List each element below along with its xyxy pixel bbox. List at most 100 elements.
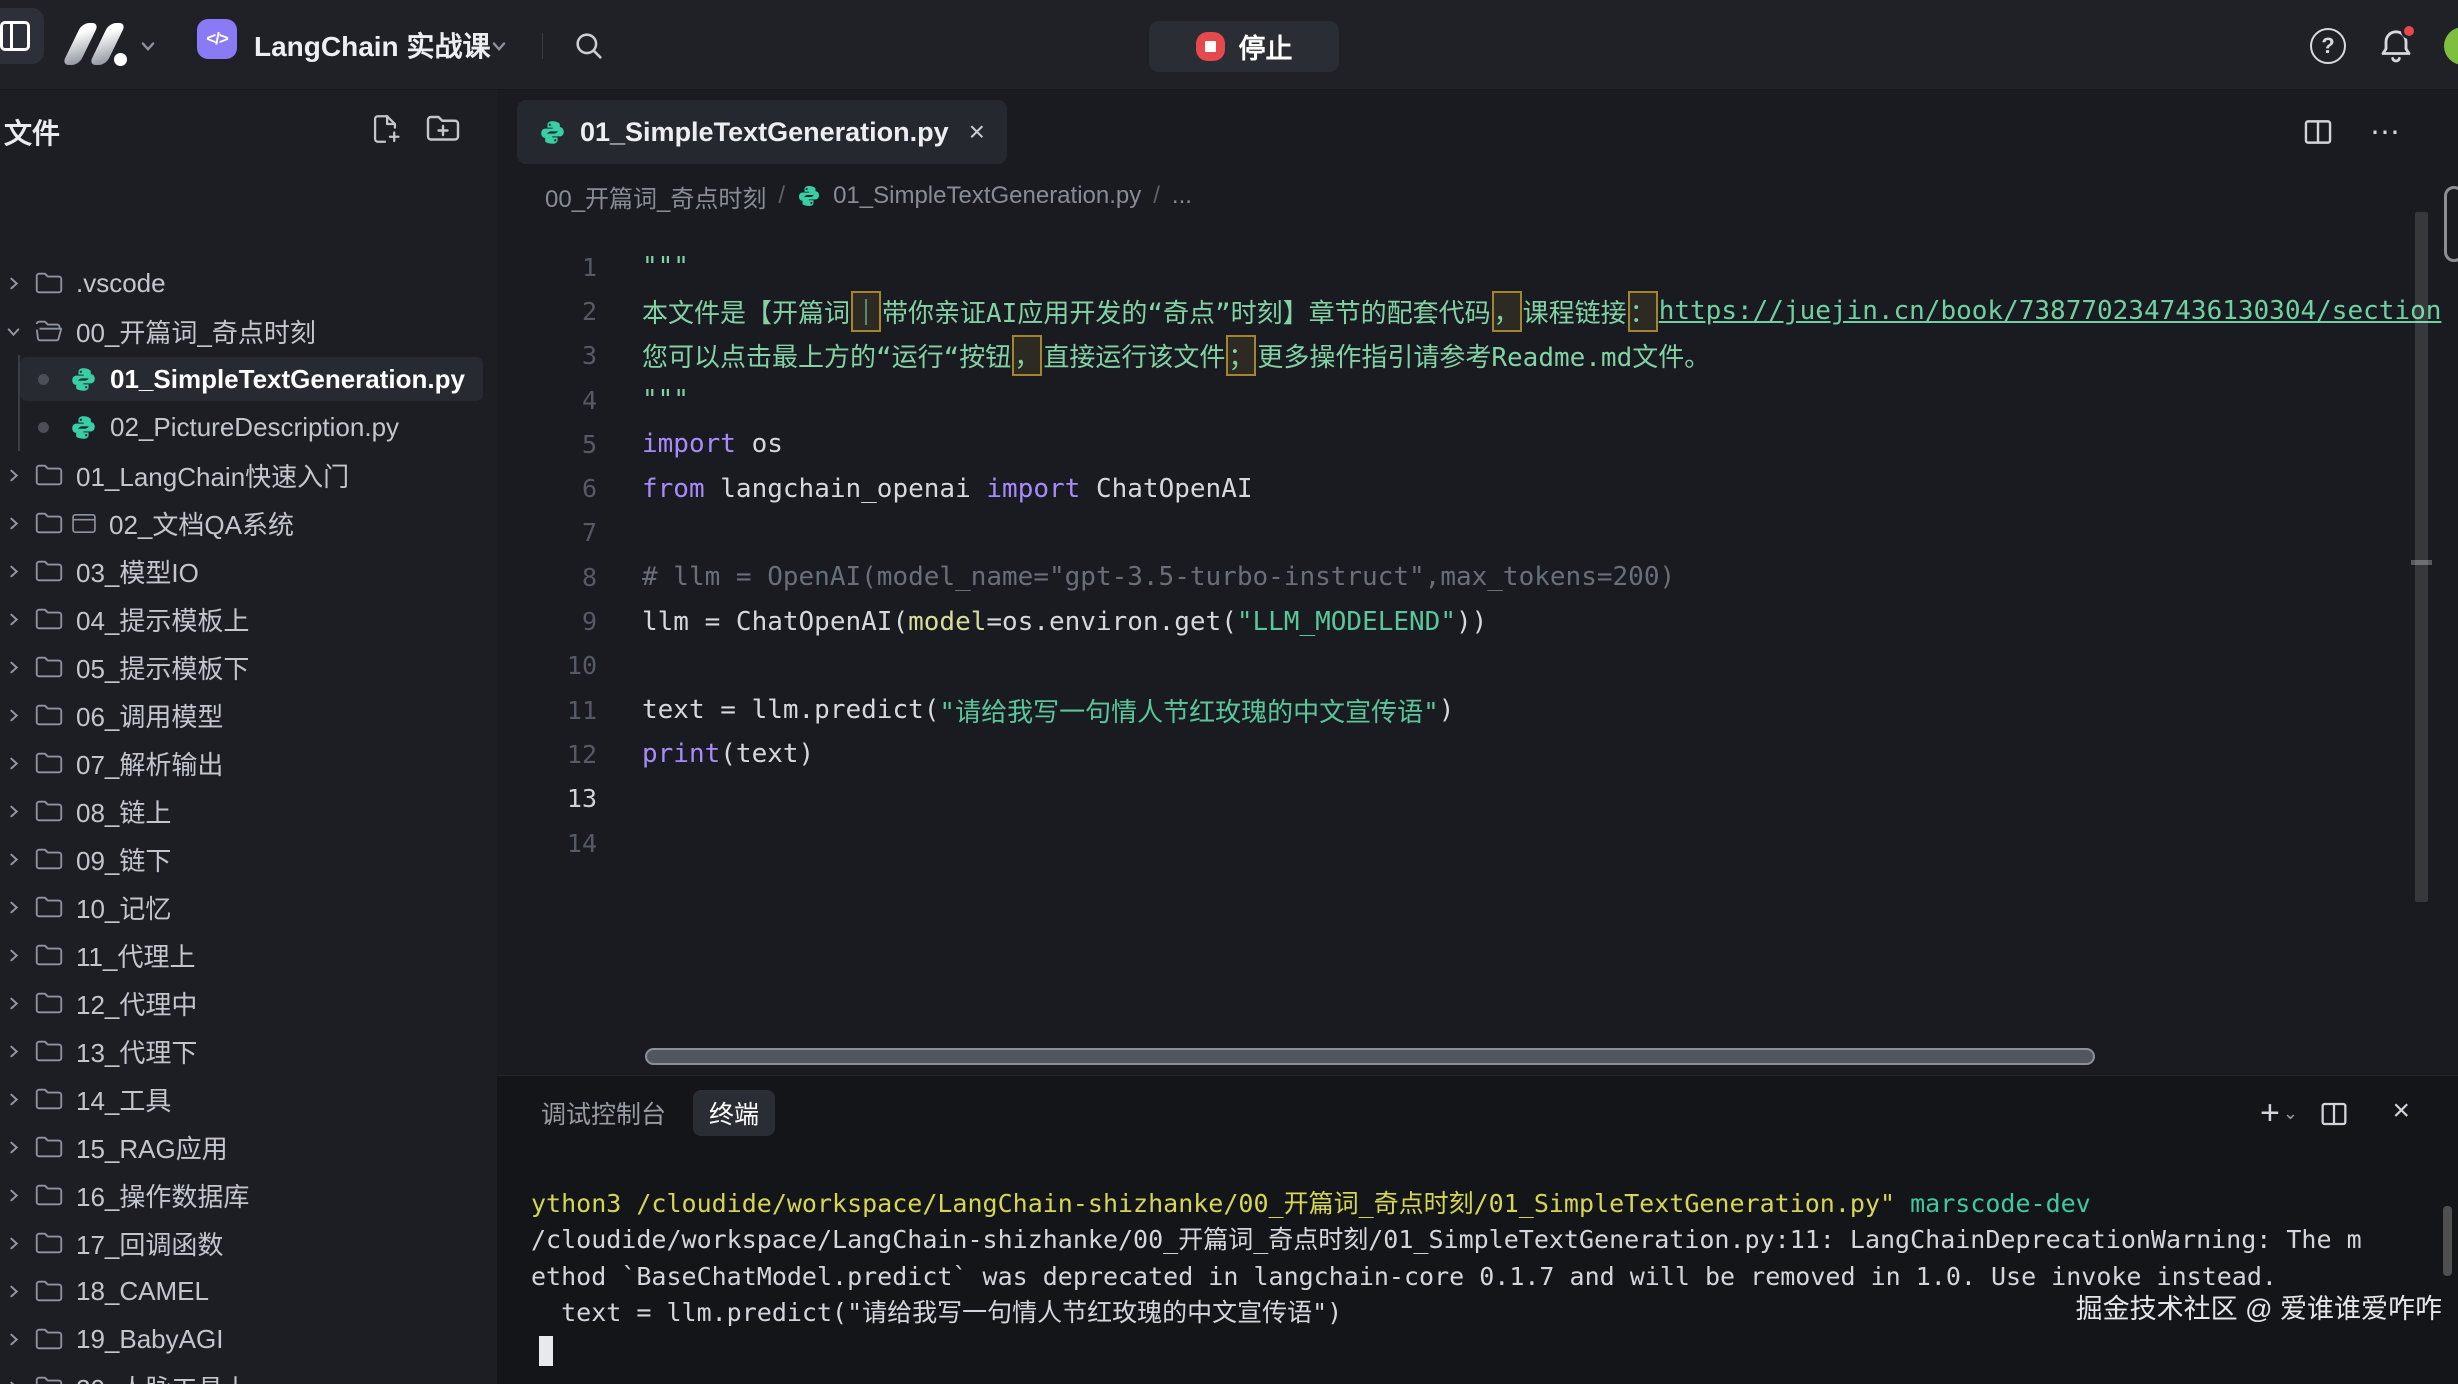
terminal-output[interactable]: ython3 /cloudide/workspace/LangChain-shi… — [531, 1186, 2438, 1384]
code-link[interactable]: https://juejin.cn/book/73877023474361303… — [1659, 296, 2442, 326]
chevron-right-icon[interactable] — [6, 468, 22, 483]
code-token: )) — [1456, 607, 1487, 637]
chevron-right-icon[interactable] — [6, 756, 22, 771]
chevron-right-icon[interactable] — [6, 1188, 22, 1203]
chevron-right-icon[interactable] — [6, 612, 22, 627]
new-folder-icon[interactable] — [424, 110, 462, 148]
chevron-right-icon[interactable] — [6, 1380, 22, 1384]
project-badge-icon[interactable]: </> — [197, 19, 237, 59]
folder-icon — [35, 463, 63, 487]
code-line-content: from langchain_openai import ChatOpenAI — [642, 474, 2458, 504]
chevron-right-icon[interactable] — [6, 900, 22, 915]
tree-folder-row[interactable]: 06_调用模型 — [0, 691, 497, 739]
breadcrumb-more[interactable]: ... — [1172, 182, 1192, 210]
tree-folder-row[interactable]: 01_LangChain快速入门 — [0, 451, 497, 499]
project-chevron-down-icon[interactable] — [490, 37, 508, 55]
line-number: 3 — [497, 341, 597, 370]
tree-folder-row[interactable]: 19_BabyAGI — [0, 1315, 497, 1363]
chevron-right-icon[interactable] — [6, 1236, 22, 1251]
tab-close-icon[interactable]: × — [969, 118, 985, 146]
tree-item-label: 00_开篇词_奇点时刻 — [76, 313, 316, 350]
tree-item-label: 06_调用模型 — [76, 697, 223, 734]
new-file-icon[interactable] — [366, 110, 404, 148]
new-terminal-button[interactable]: + ⌄ — [2260, 1094, 2298, 1133]
editor-tab-bar: 01_SimpleTextGeneration.py × ⋯ — [497, 90, 2458, 165]
terminal-panel: 调试控制台 终端 + ⌄ × ython3 /cloudide/workspac… — [497, 1075, 2458, 1384]
tree-folder-row[interactable]: 15_RAG应用 — [0, 1123, 497, 1171]
tree-folder-row[interactable]: 12_代理中 — [0, 979, 497, 1027]
file-tree: .vscode 00_开篇词_奇点时刻 01_SimpleTextGeneratio… — [0, 259, 497, 1384]
code-token: model — [908, 607, 986, 637]
tree-folder-row[interactable]: 03_模型IO — [0, 547, 497, 595]
more-actions-icon[interactable]: ⋯ — [2366, 112, 2406, 152]
sidebar-toggle-button[interactable] — [0, 8, 44, 64]
chevron-right-icon[interactable] — [6, 1092, 22, 1107]
code-line: 2本文件是【开篇词｜带你亲证AI应用开发的“奇点”时刻】章节的配套代码，课程链接… — [497, 289, 2458, 333]
editor-horizontal-scrollbar[interactable] — [645, 1048, 2095, 1065]
breadcrumb-folder[interactable]: 00_开篇词_奇点时刻 — [545, 179, 766, 214]
tree-file-row[interactable]: 01_SimpleTextGeneration.py — [0, 355, 497, 403]
tree-folder-row[interactable]: 13_代理下 — [0, 1027, 497, 1075]
code-token: "请给我写一句情人节红玫瑰的中文宣传语" — [939, 692, 1438, 729]
code-token: ChatOpenAI — [1080, 474, 1252, 504]
tree-file-row[interactable]: 02_PictureDescription.py — [0, 403, 497, 451]
tree-folder-row[interactable]: .vscode — [0, 259, 497, 307]
stop-button[interactable]: 停止 — [1149, 21, 1339, 72]
line-number: 9 — [497, 607, 597, 636]
chevron-right-icon[interactable] — [6, 1140, 22, 1155]
tree-folder-row[interactable]: 00_开篇词_奇点时刻 — [0, 307, 497, 355]
chevron-right-icon[interactable] — [6, 804, 22, 819]
chevron-right-icon[interactable] — [6, 996, 22, 1011]
tab-debug-console[interactable]: 调试控制台 — [525, 1090, 682, 1136]
tree-folder-row[interactable]: 04_提示模板上 — [0, 595, 497, 643]
tree-folder-row[interactable]: 10_记忆 — [0, 883, 497, 931]
tree-folder-row[interactable]: 20_人脉工具上 — [0, 1363, 497, 1384]
chevron-right-icon[interactable] — [6, 948, 22, 963]
chevron-right-icon[interactable] — [6, 708, 22, 723]
help-icon[interactable]: ? — [2310, 28, 2346, 64]
chevron-right-icon[interactable] — [6, 1332, 22, 1347]
user-avatar[interactable] — [2444, 27, 2458, 65]
notification-bell-icon[interactable] — [2376, 26, 2416, 66]
code-token: from — [642, 474, 705, 504]
tree-folder-row[interactable]: 18_CAMEL — [0, 1267, 497, 1315]
tree-item-label: 07_解析输出 — [76, 745, 223, 782]
chevron-right-icon[interactable] — [6, 852, 22, 867]
tree-folder-row[interactable]: 02_文档QA系统 — [0, 499, 497, 547]
chevron-right-icon[interactable] — [6, 1284, 22, 1299]
tree-folder-row[interactable]: 17_回调函数 — [0, 1219, 497, 1267]
tree-folder-row[interactable]: 05_提示模板下 — [0, 643, 497, 691]
tab-terminal[interactable]: 终端 — [693, 1090, 775, 1136]
tree-folder-row[interactable]: 16_操作数据库 — [0, 1171, 497, 1219]
search-icon[interactable] — [572, 29, 606, 63]
code-line-content: import os — [642, 429, 2458, 459]
tree-folder-row[interactable]: 14_工具 — [0, 1075, 497, 1123]
breadcrumb-file[interactable]: 01_SimpleTextGeneration.py — [833, 182, 1141, 210]
page-scrollbar-thumb[interactable] — [2444, 186, 2458, 262]
code-line: 7 — [497, 511, 2458, 555]
split-editor-icon[interactable] — [2298, 112, 2338, 152]
tree-folder-row[interactable]: 09_链下 — [0, 835, 497, 883]
chevron-down-icon[interactable] — [6, 324, 22, 339]
tree-folder-row[interactable]: 08_链上 — [0, 787, 497, 835]
chevron-right-icon[interactable] — [6, 564, 22, 579]
editor-tab[interactable]: 01_SimpleTextGeneration.py × — [517, 100, 1007, 164]
notification-dot — [2401, 23, 2417, 39]
chevron-right-icon[interactable] — [6, 516, 22, 531]
marscode-logo-icon[interactable] — [62, 22, 138, 68]
chevron-right-icon[interactable] — [6, 660, 22, 675]
editor-vertical-scrollbar[interactable] — [2415, 212, 2428, 902]
file-explorer-header: 文件 — [0, 90, 497, 166]
chevron-right-icon[interactable] — [6, 276, 22, 291]
code-token: =os.environ.get( — [986, 607, 1236, 637]
tree-folder-row[interactable]: 11_代理上 — [0, 931, 497, 979]
logo-chevron-down-icon[interactable] — [139, 37, 157, 55]
editor-panel: 01_SimpleTextGeneration.py × ⋯ 00_开篇词_奇点… — [497, 90, 2458, 1075]
terminal-scrollbar[interactable] — [2443, 1206, 2452, 1276]
split-terminal-icon[interactable] — [2314, 1094, 2354, 1134]
line-number: 1 — [497, 253, 597, 282]
close-panel-icon[interactable]: × — [2392, 1094, 2410, 1128]
chevron-right-icon[interactable] — [6, 1044, 22, 1059]
tree-folder-row[interactable]: 07_解析输出 — [0, 739, 497, 787]
code-editor[interactable]: 1"""2本文件是【开篇词｜带你亲证AI应用开发的“奇点”时刻】章节的配套代码，… — [497, 227, 2458, 1075]
